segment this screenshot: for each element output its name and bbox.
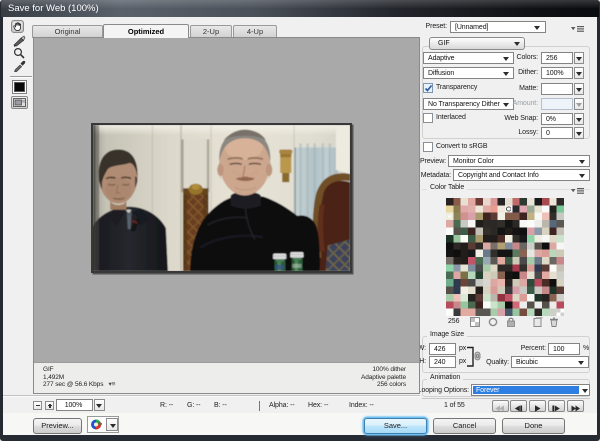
svg-text:01: 01 [22,100,26,104]
svg-text:?: ? [98,423,102,430]
